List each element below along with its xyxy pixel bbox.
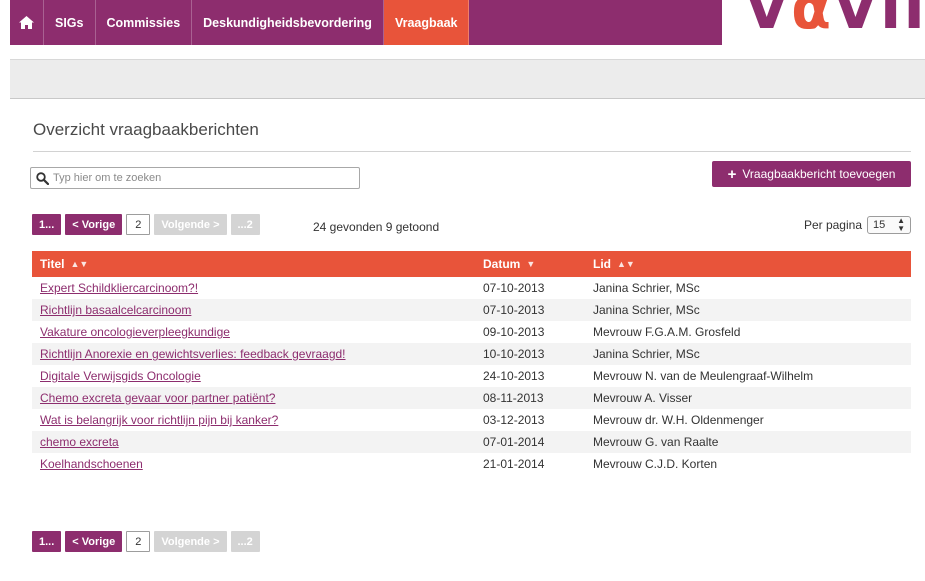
pager-prev-button[interactable]: < Vorige bbox=[65, 214, 123, 235]
table-row: Vakature oncologieverpleegkundige 09-10-2… bbox=[32, 321, 911, 343]
search-box[interactable] bbox=[30, 167, 360, 189]
plus-icon: + bbox=[727, 165, 737, 183]
row-date: 07-10-2013 bbox=[483, 281, 545, 295]
sort-both-icon: ▲▼ bbox=[617, 259, 635, 269]
per-page-select[interactable]: 15 ▲ ▼ bbox=[867, 216, 911, 234]
column-header-datum[interactable]: Datum ▼ bbox=[478, 257, 589, 271]
row-member: Mevrouw C.J.D. Korten bbox=[593, 457, 718, 471]
row-title-link[interactable]: Richtlijn Anorexie en gewichtsverlies: f… bbox=[40, 347, 346, 361]
row-title-link[interactable]: Digitale Verwijsgids Oncologie bbox=[40, 369, 201, 383]
column-header-lid[interactable]: Lid ▲▼ bbox=[589, 257, 635, 271]
table-row: Chemo excreta gevaar voor partner patiën… bbox=[32, 387, 911, 409]
row-title-link[interactable]: Koelhandschoenen bbox=[40, 457, 143, 471]
row-member: Janina Schrier, MSc bbox=[593, 347, 700, 361]
row-member: Mevrouw N. van de Meulengraaf-Wilhelm bbox=[593, 369, 814, 383]
table-header: Titel ▲▼ Datum ▼ Lid ▲▼ bbox=[32, 251, 911, 277]
pager-next-button[interactable]: Volgende > bbox=[154, 531, 227, 552]
row-member: Mevrouw A. Visser bbox=[593, 391, 693, 405]
row-member: Janina Schrier, MSc bbox=[593, 303, 700, 317]
nav-item-vraagbaak[interactable]: Vraagbaak bbox=[383, 0, 470, 45]
add-vraagbaakbericht-button[interactable]: + Vraagbaakbericht toevoegen bbox=[712, 161, 911, 187]
top-nav: SIGs Commissies Deskundigheidsbevorderin… bbox=[10, 0, 722, 45]
row-date: 21-01-2014 bbox=[483, 457, 545, 471]
logo[interactable]: VαVII bbox=[745, 0, 925, 38]
table-row: chemo excreta 07-01-2014 Mevrouw G. van Ra… bbox=[32, 431, 911, 453]
vraagbaak-table: Titel ▲▼ Datum ▼ Lid ▲▼ Expert Schildkli… bbox=[32, 251, 911, 475]
row-member: Mevrouw G. van Raalte bbox=[593, 435, 719, 449]
select-arrows-icon: ▲ ▼ bbox=[897, 216, 905, 233]
row-title-link[interactable]: chemo excreta bbox=[40, 435, 119, 449]
row-date: 24-10-2013 bbox=[483, 369, 545, 383]
home-button[interactable] bbox=[10, 0, 44, 45]
table-body: Expert Schildkliercarcinoom?! 07-10-2013 J… bbox=[32, 277, 911, 475]
nav-item-sigs[interactable]: SIGs bbox=[44, 0, 96, 45]
row-member: Mevrouw F.G.A.M. Grosfeld bbox=[593, 325, 741, 339]
results-count: 24 gevonden 9 getoond bbox=[313, 220, 440, 234]
row-member: Mevrouw dr. W.H. Oldenmenger bbox=[593, 413, 764, 427]
title-divider bbox=[33, 151, 911, 152]
row-date: 08-11-2013 bbox=[483, 391, 544, 405]
row-title-link[interactable]: Expert Schildkliercarcinoom?! bbox=[40, 281, 198, 295]
table-row: Expert Schildkliercarcinoom?! 07-10-2013 J… bbox=[32, 277, 911, 299]
pager-bottom: 1... < Vorige 2 Volgende > ...2 bbox=[32, 531, 264, 552]
per-page-control: Per pagina 15 ▲ ▼ bbox=[804, 216, 911, 234]
page-title: Overzicht vraagbaakberichten bbox=[33, 120, 259, 139]
per-page-label: Per pagina bbox=[803, 218, 862, 232]
row-date: 10-10-2013 bbox=[483, 347, 545, 361]
row-title-link[interactable]: Wat is belangrijk voor richtlijn pijn bi… bbox=[40, 413, 278, 427]
row-title-link[interactable]: Vakature oncologieverpleegkundige bbox=[40, 325, 230, 339]
row-date: 09-10-2013 bbox=[483, 325, 545, 339]
table-row: Richtlijn basaalcelcarcinoom 07-10-2013 Ja… bbox=[32, 299, 911, 321]
column-header-titel[interactable]: Titel ▲▼ bbox=[32, 257, 478, 271]
pager-first-button[interactable]: 1... bbox=[32, 214, 62, 235]
logo-text: VαVII bbox=[745, 0, 925, 38]
sort-down-icon: ▼ bbox=[526, 259, 536, 269]
home-icon bbox=[19, 16, 34, 29]
pager-current-page[interactable]: 2 bbox=[126, 214, 151, 235]
table-row: Digitale Verwijsgids Oncologie 24-10-2013… bbox=[32, 365, 911, 387]
search-icon bbox=[36, 171, 49, 185]
table-row: Wat is belangrijk voor richtlijn pijn bi… bbox=[32, 409, 911, 431]
pager-first-button[interactable]: 1... bbox=[32, 531, 62, 552]
nav-item-deskundigheidsbevordering[interactable]: Deskundigheidsbevordering bbox=[192, 0, 384, 45]
pager-prev-button[interactable]: < Vorige bbox=[65, 531, 123, 552]
row-title-link[interactable]: Chemo excreta gevaar voor partner patiën… bbox=[40, 391, 275, 405]
add-button-label: Vraagbaakbericht toevoegen bbox=[742, 167, 896, 181]
table-row: Koelhandschoenen 21-01-2014 Mevrouw C.J.D.… bbox=[32, 453, 911, 475]
sub-header-band bbox=[10, 59, 925, 99]
table-row: Richtlijn Anorexie en gewichtsverlies: f… bbox=[32, 343, 911, 365]
sort-both-icon: ▲▼ bbox=[70, 259, 89, 269]
pager-next-button[interactable]: Volgende > bbox=[154, 214, 227, 235]
row-date: 03-12-2013 bbox=[483, 413, 545, 427]
row-date: 07-01-2014 bbox=[483, 435, 545, 449]
row-date: 07-10-2013 bbox=[483, 303, 545, 317]
pager-top: 1... < Vorige 2 Volgende > ...2 bbox=[32, 214, 264, 235]
per-page-value: 15 bbox=[873, 219, 886, 231]
pager-last-button[interactable]: ...2 bbox=[230, 531, 260, 552]
search-input[interactable] bbox=[53, 172, 343, 184]
row-member: Janina Schrier, MSc bbox=[593, 281, 700, 295]
pager-last-button[interactable]: ...2 bbox=[230, 214, 260, 235]
nav-item-commissies[interactable]: Commissies bbox=[96, 0, 193, 45]
pager-current-page[interactable]: 2 bbox=[126, 531, 151, 552]
row-title-link[interactable]: Richtlijn basaalcelcarcinoom bbox=[40, 303, 191, 317]
